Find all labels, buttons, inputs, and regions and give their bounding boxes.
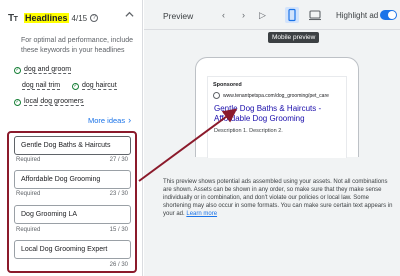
headline-input[interactable]: Affordable Dog Grooming	[14, 170, 131, 189]
globe-icon	[213, 92, 220, 99]
check-circle-icon: ✓	[72, 82, 79, 90]
field-meta: Required 27 / 30	[16, 157, 128, 163]
keyword-label: dog and groom	[24, 66, 72, 74]
check-circle-icon: ✓	[14, 66, 21, 74]
mobile-preview-icon[interactable]	[285, 7, 299, 23]
keyword-label: dog haircut	[82, 82, 117, 90]
play-icon[interactable]: ▷	[259, 10, 266, 21]
toggle-knob	[388, 11, 396, 19]
text-format-icon: TT	[8, 12, 18, 24]
preview-toolbar: Preview ‹ › ▷ Highlight ad	[144, 0, 400, 30]
help-icon[interactable]: ?	[90, 14, 99, 22]
headlines-title: Headlines	[24, 13, 69, 23]
keyword-tip: For optimal ad performance, include thes…	[21, 37, 134, 54]
preview-title: Preview	[163, 11, 194, 21]
char-count: 15 / 30	[109, 227, 128, 233]
required-label: Required	[16, 191, 41, 197]
phone-frame: Sponsored www.tenantpetspa.com/dog_groom…	[195, 57, 359, 158]
required-label: Required	[16, 227, 41, 233]
ad-description: Description 1. Description 2.	[214, 128, 283, 134]
mobile-preview-tooltip: Mobile preview	[268, 32, 320, 43]
keyword-chip[interactable]: ✓ dog haircut	[72, 82, 117, 90]
headline-input[interactable]: Gentle Dog Baths & Haircuts	[14, 136, 131, 155]
more-ideas-label: More ideas	[88, 115, 126, 125]
highlight-ad-toggle[interactable]	[380, 10, 397, 20]
field-meta: Required 15 / 30	[16, 227, 128, 233]
field-meta: Required 23 / 30	[16, 191, 128, 197]
ad-url: www.tenantpetspa.com/dog_grooming/pet_ca…	[223, 92, 329, 99]
preview-info-text: This preview shows potential ads assembl…	[163, 178, 393, 218]
char-count: 26 / 30	[109, 262, 128, 268]
headline-input[interactable]: Local Dog Grooming Expert	[14, 240, 131, 259]
previous-icon[interactable]: ‹	[222, 10, 225, 20]
chevron-up-icon[interactable]	[125, 10, 134, 19]
desktop-preview-icon[interactable]	[309, 9, 321, 21]
sponsored-label: Sponsored	[213, 82, 242, 88]
keyword-chip[interactable]: ✓ dog and groom	[14, 66, 72, 74]
chevron-right-icon: ›	[128, 115, 132, 125]
char-count: 27 / 30	[109, 157, 128, 163]
headlines-header[interactable]: TT Headlines 4/15 ?	[8, 8, 138, 28]
keyword-chip[interactable]: dog nail trim	[22, 82, 61, 90]
keyword-chip[interactable]: ✓ local dog groomers	[14, 98, 84, 106]
highlight-ad-label: Highlight ad	[336, 11, 379, 20]
ad-headline[interactable]: Gentle Dog Baths & Haircuts - Affordable…	[214, 104, 334, 124]
char-count: 23 / 30	[109, 191, 128, 197]
keyword-label: dog nail trim	[22, 82, 61, 90]
field-meta: 26 / 30	[16, 262, 128, 268]
ad-preview[interactable]: Sponsored www.tenantpetspa.com/dog_groom…	[207, 76, 347, 158]
headlines-count: 4/15	[71, 13, 88, 23]
headlines-panel: TT Headlines 4/15 ? For optimal ad perfo…	[0, 0, 143, 276]
headline-input[interactable]: Dog Grooming LA	[14, 205, 131, 224]
ad-url-row: www.tenantpetspa.com/dog_grooming/pet_ca…	[213, 92, 329, 99]
check-circle-icon: ✓	[14, 98, 21, 106]
keyword-label: local dog groomers	[24, 98, 84, 106]
next-icon[interactable]: ›	[242, 10, 245, 20]
more-ideas-link[interactable]: More ideas ›	[88, 115, 131, 125]
required-label: Required	[16, 157, 41, 163]
learn-more-link[interactable]: Learn more	[186, 211, 217, 217]
